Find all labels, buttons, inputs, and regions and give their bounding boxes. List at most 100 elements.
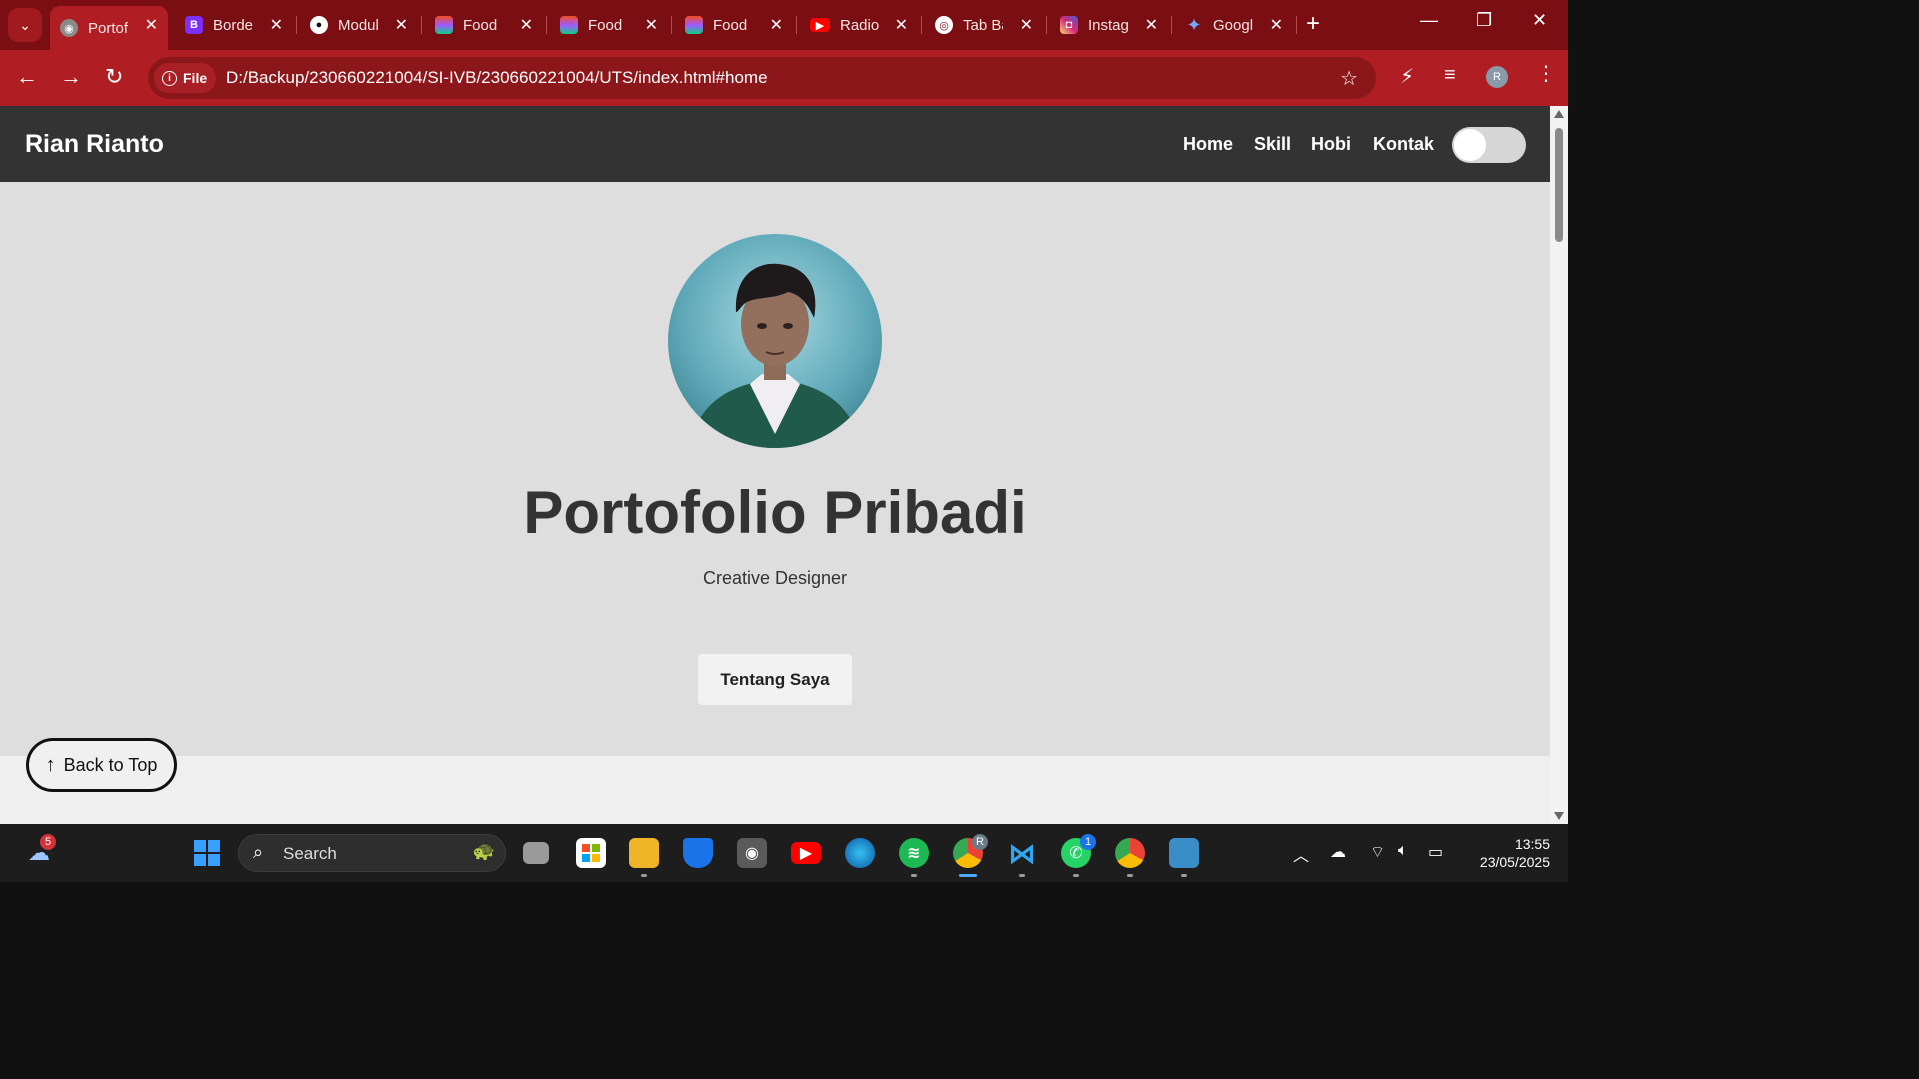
chrome-profile-2-icon[interactable]: [1115, 838, 1145, 868]
tab-radio[interactable]: ▶ Radio ✕: [800, 6, 918, 44]
close-icon[interactable]: ✕: [395, 15, 408, 35]
tab-food-2[interactable]: Food ✕: [550, 6, 668, 44]
bootstrap-icon: B: [185, 16, 203, 34]
clock-date: 23/05/2025: [1479, 854, 1550, 870]
scroll-down-arrow-icon[interactable]: [1554, 812, 1564, 820]
menu-kebab-icon[interactable]: ⋮: [1536, 64, 1556, 84]
active-indicator: [959, 874, 977, 877]
tab-portfolio[interactable]: ◉ Portofolio Pribadi ✕: [50, 6, 168, 50]
nav-link-skill[interactable]: Skill: [1254, 134, 1291, 155]
system-clock[interactable]: 13:55 23/05/2025: [1466, 835, 1550, 871]
address-bar[interactable]: i File D:/Backup/230660221004/SI-IVB/230…: [148, 57, 1376, 99]
tab-instagram[interactable]: ◘ Instagram ✕: [1050, 6, 1168, 44]
close-icon[interactable]: ✕: [270, 15, 283, 35]
tab-divider: [421, 16, 422, 34]
tab-divider: [671, 16, 672, 34]
back-to-top-button[interactable]: ↑ Back to Top: [26, 738, 177, 792]
close-icon[interactable]: ✕: [1270, 15, 1283, 35]
task-view-icon[interactable]: [523, 842, 549, 864]
security-shield-icon[interactable]: [683, 838, 713, 868]
windows-logo-icon: [194, 840, 220, 866]
page-scrollbar[interactable]: [1550, 106, 1568, 824]
close-icon[interactable]: ✕: [645, 15, 658, 35]
minimize-button[interactable]: —: [1420, 10, 1438, 31]
tab-food-1[interactable]: Food ✕: [425, 6, 543, 44]
youtube-icon: ▶: [810, 18, 830, 32]
theme-toggle[interactable]: [1452, 127, 1526, 163]
reload-icon: ↻: [105, 64, 124, 89]
about-me-button[interactable]: Tentang Saya: [698, 654, 852, 705]
tab-strip: ⌄ ◉ Portofolio Pribadi ✕ B Border ✕ ● Mo…: [0, 0, 1568, 50]
running-indicator: [641, 874, 647, 877]
profile-avatar[interactable]: R: [1486, 66, 1508, 88]
remote-desktop-icon[interactable]: [1169, 838, 1199, 868]
browser-toolbar: ← → ↻ i File D:/Backup/230660221004/SI-I…: [0, 50, 1568, 106]
vscode-icon[interactable]: ⋈: [1007, 838, 1037, 869]
tab-new-tab[interactable]: ◎ Tab Baru ✕: [925, 6, 1043, 44]
close-icon[interactable]: ✕: [1145, 15, 1158, 35]
youtube-app-icon[interactable]: ▶: [791, 842, 821, 864]
hero-title: Portofolio Pribadi: [523, 479, 1027, 546]
windows-taskbar: ☁ 5 ⌕ Search 🐢 ◉ ▶ ≋ R ⋈ ✆ 1 ︿ ☁ ⌔ 🔈︎ ▭ …: [0, 824, 1568, 882]
restore-icon: ❐: [1476, 10, 1493, 30]
site-info-chip[interactable]: i File: [154, 63, 216, 93]
search-icon: ⌕: [253, 842, 264, 862]
onedrive-icon[interactable]: ☁: [1330, 842, 1346, 862]
bookmark-star-icon[interactable]: ☆: [1340, 66, 1358, 91]
running-indicator: [911, 874, 917, 877]
reload-button[interactable]: ↻: [105, 64, 123, 90]
tab-google[interactable]: ✦ Google ✕: [1175, 6, 1293, 44]
figma-icon: [685, 16, 703, 34]
clock-time: 13:55: [1514, 836, 1550, 852]
new-tab-button[interactable]: +: [1306, 12, 1320, 36]
restore-button[interactable]: ❐: [1476, 10, 1492, 31]
battery-icon[interactable]: ▭: [1428, 842, 1443, 862]
page-viewport: Rian Rianto Home Skill Hobi Kontak Porto…: [0, 106, 1550, 824]
next-section: [0, 756, 1550, 824]
forward-button[interactable]: →: [60, 64, 82, 90]
url-text[interactable]: D:/Backup/230660221004/SI-IVB/2306602210…: [226, 68, 768, 88]
tab-border[interactable]: B Border ✕: [175, 6, 293, 44]
running-indicator: [1019, 874, 1025, 877]
microsoft-store-icon[interactable]: [576, 838, 606, 868]
nav-link-home[interactable]: Home: [1183, 134, 1233, 155]
wifi-icon[interactable]: ⌔: [1370, 842, 1385, 862]
tab-divider: [796, 16, 797, 34]
scroll-thumb[interactable]: [1555, 128, 1563, 242]
chevron-up-icon[interactable]: ︿: [1293, 842, 1309, 866]
nav-link-hobi[interactable]: Hobi: [1311, 134, 1351, 155]
back-button[interactable]: ←: [16, 64, 38, 90]
weather-badge: 5: [40, 834, 56, 850]
close-icon[interactable]: ✕: [145, 15, 158, 35]
close-icon[interactable]: ✕: [895, 15, 908, 35]
figma-icon: [560, 16, 578, 34]
extension-icon[interactable]: ⚡: [1400, 64, 1414, 89]
camera-icon[interactable]: ◉: [737, 838, 767, 868]
whatsapp-badge: 1: [1080, 834, 1096, 850]
tab-food-3[interactable]: Food ✕: [675, 6, 793, 44]
tab-modul[interactable]: ● Modul ✕: [300, 6, 418, 44]
scroll-up-arrow-icon[interactable]: [1554, 110, 1564, 118]
globe-icon: ◉: [60, 19, 78, 37]
media-control-icon[interactable]: ≡: [1444, 64, 1456, 87]
chrome-icon: ◎: [935, 16, 953, 34]
nav-link-kontak[interactable]: Kontak: [1373, 134, 1434, 155]
site-brand[interactable]: Rian Rianto: [25, 130, 164, 159]
start-button[interactable]: [192, 838, 222, 868]
file-explorer-icon[interactable]: [629, 838, 659, 868]
close-window-button[interactable]: ✕: [1532, 10, 1547, 31]
spotify-icon[interactable]: ≋: [899, 838, 929, 868]
tab-divider: [296, 16, 297, 34]
instagram-icon: ◘: [1060, 16, 1078, 34]
tab-search-button[interactable]: ⌄: [8, 8, 42, 42]
volume-icon[interactable]: 🔈︎: [1398, 842, 1408, 860]
close-icon[interactable]: ✕: [1020, 15, 1033, 35]
taskbar-search[interactable]: ⌕ Search 🐢: [238, 834, 506, 872]
figma-icon: [435, 16, 453, 34]
info-icon: i: [162, 70, 177, 86]
arrow-right-icon: →: [60, 64, 82, 89]
close-icon[interactable]: ✕: [770, 15, 783, 35]
close-icon[interactable]: ✕: [520, 15, 533, 35]
chevron-down-icon: ⌄: [19, 16, 31, 33]
edge-icon[interactable]: [845, 838, 875, 868]
